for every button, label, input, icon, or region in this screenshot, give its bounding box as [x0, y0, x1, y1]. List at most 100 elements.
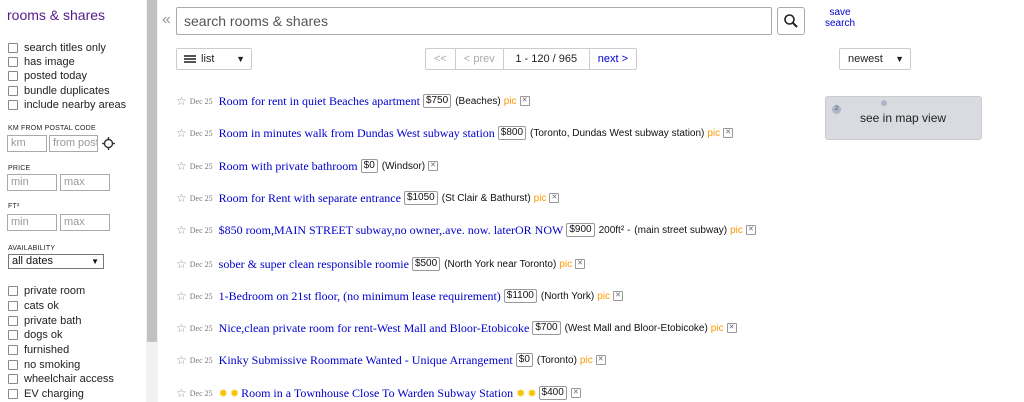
- search-titles-only-checkbox[interactable]: search titles only: [8, 41, 106, 55]
- favorite-star-icon[interactable]: ☆: [176, 321, 187, 335]
- price-max-input[interactable]: max: [60, 174, 110, 191]
- sun-icon: ✹: [218, 387, 228, 400]
- page-title[interactable]: rooms & shares: [7, 7, 105, 23]
- next-page-button[interactable]: next >: [590, 49, 636, 69]
- listing-title-link[interactable]: 1-Bedroom on 21st floor, (no minimum lea…: [219, 289, 501, 304]
- checkbox-icon[interactable]: [8, 316, 18, 326]
- listing-title-link[interactable]: Room for rent in quiet Beaches apartment: [219, 94, 420, 109]
- checkbox-label: dogs ok: [24, 329, 63, 341]
- hide-listing-icon[interactable]: ✕: [575, 259, 586, 269]
- checkbox-icon[interactable]: [8, 57, 18, 67]
- hide-listing-icon[interactable]: ✕: [723, 128, 734, 138]
- availability-value: all dates: [12, 255, 53, 267]
- checkbox-label: include nearby areas: [24, 99, 127, 111]
- no-smoking-checkbox[interactable]: no smoking: [8, 358, 80, 372]
- sort-select[interactable]: newest ▼: [839, 48, 911, 70]
- map-view-button[interactable]: 2 see in map view: [825, 96, 982, 140]
- wheelchair-access-checkbox[interactable]: wheelchair access: [8, 372, 114, 386]
- posted-today-checkbox[interactable]: posted today: [8, 69, 87, 83]
- favorite-star-icon[interactable]: ☆: [176, 257, 187, 271]
- hide-listing-icon[interactable]: ✕: [613, 291, 624, 301]
- listing-title-link[interactable]: Room in minutes walk from Dundas West su…: [219, 126, 495, 141]
- search-button[interactable]: [777, 7, 805, 35]
- listing-neighborhood: (Beaches): [455, 95, 501, 107]
- listing-price: $750: [422, 94, 452, 108]
- listing-title-link[interactable]: $850 room,MAIN STREET subway,no owner,.a…: [219, 223, 564, 238]
- listing-title-link[interactable]: Kinky Submissive Roommate Wanted - Uniqu…: [219, 353, 513, 368]
- listing-title-link[interactable]: Room for Rent with separate entrance: [219, 191, 401, 206]
- favorite-star-icon[interactable]: ☆: [176, 126, 187, 140]
- listing-price: $700: [532, 321, 561, 335]
- availability-label: AVAILABILITY: [8, 245, 56, 252]
- hide-listing-icon[interactable]: ✕: [726, 323, 737, 333]
- listing-pic-tag: pic: [730, 224, 743, 236]
- checkbox-label: has image: [24, 56, 75, 68]
- bundle-duplicates-checkbox[interactable]: bundle duplicates: [8, 84, 110, 98]
- has-image-checkbox[interactable]: has image: [8, 55, 75, 69]
- include-nearby-areas-checkbox[interactable]: include nearby areas: [8, 98, 126, 112]
- favorite-star-icon[interactable]: ☆: [176, 223, 187, 237]
- furnished-checkbox[interactable]: furnished: [8, 343, 69, 357]
- cats-ok-checkbox[interactable]: cats ok: [8, 299, 59, 313]
- hide-listing-icon[interactable]: ✕: [595, 355, 606, 365]
- checkbox-icon[interactable]: [8, 86, 18, 96]
- listing-date: Dec 25: [189, 259, 213, 269]
- ft-max-input[interactable]: max: [60, 214, 110, 231]
- listing-title-link[interactable]: sober & super clean responsible roomie: [219, 257, 409, 272]
- checkbox-icon[interactable]: [8, 301, 18, 311]
- first-page-button[interactable]: <<: [426, 49, 456, 69]
- locate-me-icon[interactable]: [102, 137, 115, 150]
- map-pin-icon: 2: [832, 105, 841, 114]
- listing-pic-tag: pic: [597, 290, 611, 302]
- hide-listing-icon[interactable]: ✕: [570, 388, 581, 398]
- private-room-checkbox[interactable]: private room: [8, 284, 85, 298]
- checkbox-icon[interactable]: [8, 374, 18, 384]
- checkbox-icon[interactable]: [8, 71, 18, 81]
- checkbox-icon[interactable]: [8, 100, 18, 110]
- hide-listing-icon[interactable]: ✕: [745, 225, 756, 235]
- checkbox-label: no smoking: [24, 359, 81, 371]
- postal-code-input[interactable]: from postal: [49, 135, 98, 152]
- checkbox-icon[interactable]: [8, 330, 18, 340]
- collapse-sidebar-icon[interactable]: «: [162, 11, 171, 29]
- checkbox-icon[interactable]: [8, 345, 18, 355]
- listing-title-link[interactable]: Room with private bathroom: [219, 159, 358, 174]
- checkbox-icon[interactable]: [8, 286, 18, 296]
- save-search-link[interactable]: save search: [823, 7, 857, 29]
- favorite-star-icon[interactable]: ☆: [176, 386, 187, 400]
- search-input[interactable]: search rooms & shares: [176, 7, 772, 35]
- listing-date: Dec 25: [189, 291, 213, 301]
- view-mode-select[interactable]: list ▼: [176, 48, 252, 70]
- checkbox-icon[interactable]: [8, 389, 18, 399]
- price-label: PRICE: [8, 165, 31, 172]
- availability-select[interactable]: all dates ▼: [8, 254, 104, 269]
- hide-listing-icon[interactable]: ✕: [519, 96, 530, 106]
- favorite-star-icon[interactable]: ☆: [176, 94, 187, 108]
- favorite-star-icon[interactable]: ☆: [176, 289, 187, 303]
- favorite-star-icon[interactable]: ☆: [176, 191, 187, 205]
- hide-listing-icon[interactable]: ✕: [549, 193, 560, 203]
- favorite-star-icon[interactable]: ☆: [176, 159, 187, 173]
- checkbox-label: EV charging: [24, 388, 84, 400]
- checkbox-icon[interactable]: [8, 43, 18, 53]
- listing-neighborhood: (West Mall and Bloor-Etobicoke): [564, 322, 708, 334]
- listing-title-link[interactable]: Room in a Townhouse Close To Warden Subw…: [241, 386, 513, 401]
- hide-listing-icon[interactable]: ✕: [428, 161, 439, 171]
- list-icon: [184, 55, 196, 63]
- checkbox-label: furnished: [24, 344, 70, 356]
- favorite-star-icon[interactable]: ☆: [176, 353, 187, 367]
- checkbox-label: private room: [24, 285, 86, 297]
- price-min-input[interactable]: min: [7, 174, 57, 191]
- dogs-ok-checkbox[interactable]: dogs ok: [8, 328, 63, 342]
- prev-page-button[interactable]: < prev: [456, 49, 504, 69]
- sidebar-scrollbar-thumb[interactable]: [147, 0, 157, 342]
- listing-title-link[interactable]: Nice,clean private room for rent-West Ma…: [219, 321, 530, 336]
- ft-min-input[interactable]: min: [7, 214, 57, 231]
- checkbox-label: private bath: [24, 315, 82, 327]
- private-bath-checkbox[interactable]: private bath: [8, 314, 81, 328]
- checkbox-icon[interactable]: [8, 360, 18, 370]
- listing-price: $0: [515, 353, 533, 367]
- listing-date: Dec 25: [189, 161, 213, 171]
- km-input[interactable]: km: [7, 135, 47, 152]
- ev-charging-checkbox[interactable]: EV charging: [8, 387, 84, 401]
